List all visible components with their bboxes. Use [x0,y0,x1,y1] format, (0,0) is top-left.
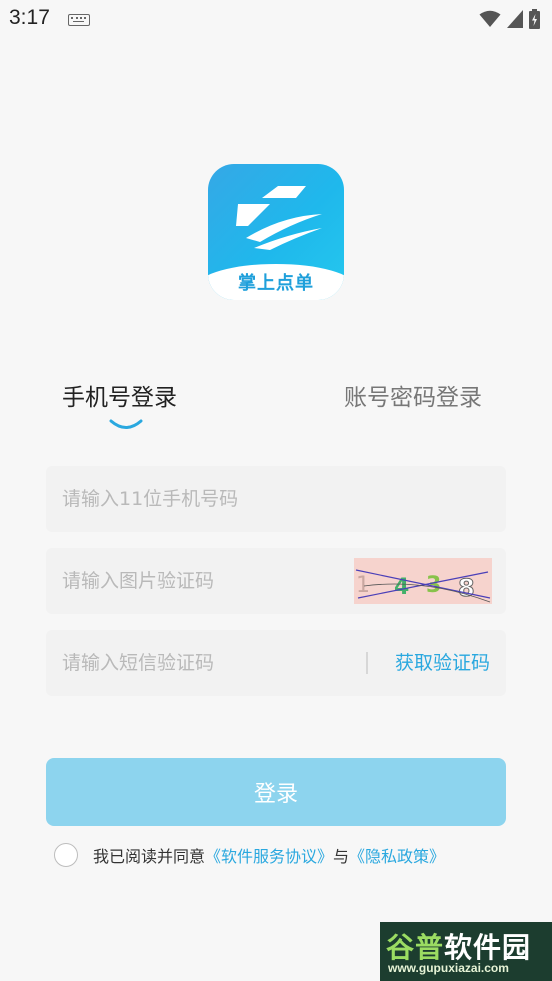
watermark-url: www.gupuxiazai.com [388,961,509,975]
app-logo: 掌上点单 [208,164,344,300]
watermark: 谷普软件园 www.gupuxiazai.com [380,922,552,981]
agreement-conjunction: 与 [333,847,350,866]
phone-input[interactable] [62,466,342,532]
cellular-signal-icon [507,10,523,28]
field-divider [366,652,368,674]
watermark-title-part2: 软件园 [444,931,532,964]
status-bar: 3:17 [0,0,552,40]
login-screen: 3:17 掌上点单 手机号登录 账号密码登录 请输入11位手机号码 请输入图片验… [0,0,552,981]
captcha-image[interactable]: 1 4 3 8 [354,558,492,604]
logo-mark-icon [236,186,322,250]
watermark-title: 谷普软件园 [386,926,531,966]
sms-code-input[interactable] [62,630,342,696]
image-code-field: 1 4 3 8 [46,548,506,614]
login-button[interactable]: 登录 [46,758,506,826]
get-code-button[interactable]: 获取验证码 [395,630,490,696]
keyboard-icon [68,14,90,26]
tab-phone-login[interactable]: 手机号登录 [62,378,177,412]
privacy-policy-link[interactable]: 《隐私政策》 [349,843,445,867]
agreement-row: 我已阅读并同意 《软件服务协议》 与 《隐私政策》 [54,842,445,868]
tab-password-login[interactable]: 账号密码登录 [344,378,482,412]
status-icons [479,8,540,30]
agreement-text: 我已阅读并同意 [93,847,206,866]
wifi-icon [479,10,501,27]
tab-active-indicator [109,419,143,429]
battery-charging-icon [529,9,540,29]
logo-text: 掌上点单 [238,273,314,294]
phone-field [46,466,506,532]
captcha-char: 8 [458,574,475,602]
status-time: 3:17 [9,6,50,29]
sms-code-field: 获取验证码 [46,630,506,696]
agreement-checkbox[interactable] [54,843,78,867]
service-agreement-link[interactable]: 《软件服务协议》 [205,843,333,867]
image-code-input[interactable] [62,548,342,614]
watermark-title-part1: 谷普 [386,931,445,964]
